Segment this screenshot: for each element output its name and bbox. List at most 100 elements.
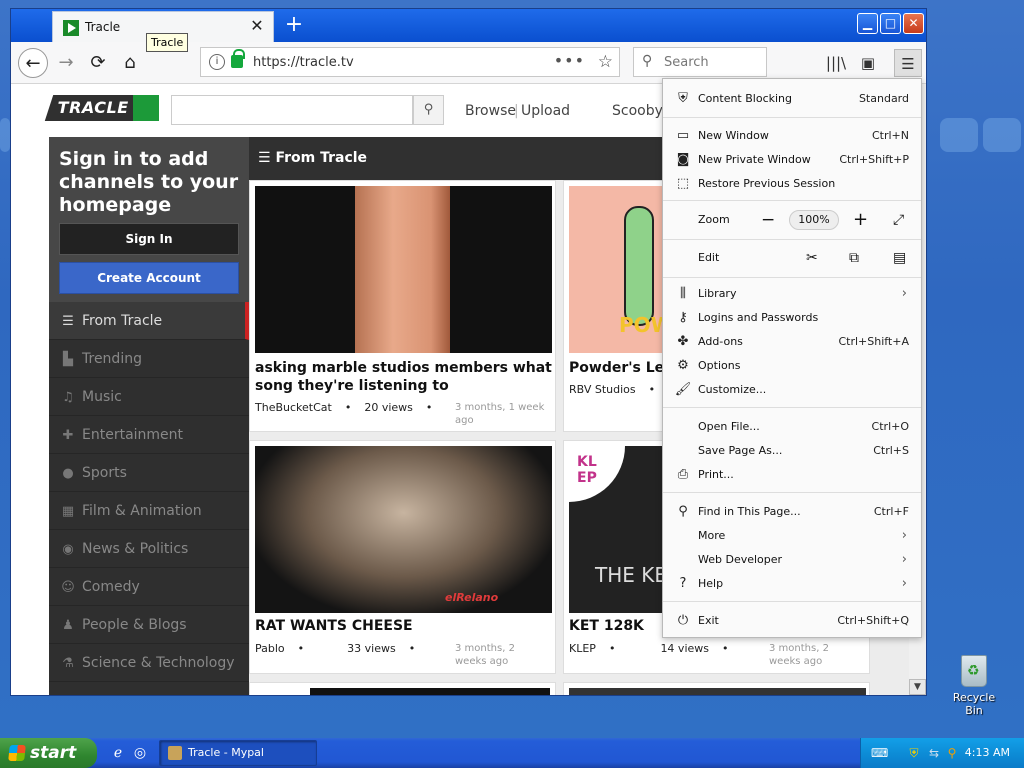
nav-browse-link[interactable]: Browse [465,103,516,119]
zoom-value[interactable]: 100% [789,210,839,230]
video-card[interactable]: elRelano RAT WANTS CHEESE Pablo • 33 views… [249,440,556,674]
menu-zoom: Zoom − 100% + ⤢ [663,207,921,233]
menu-open-file[interactable]: Open File... Ctrl+O [663,415,921,439]
menu-exit[interactable]: ⏻ Exit Ctrl+Shift+Q [663,609,921,633]
url-text[interactable]: https://tracle.tv [253,55,354,70]
search-tray-icon[interactable]: ⚲ [945,746,959,760]
paste-icon[interactable]: ▤ [893,245,906,271]
menu-new-window[interactable]: ▭ New Window Ctrl+N [663,124,921,148]
recycle-bin[interactable]: Recycle Bin [944,655,1004,717]
reload-button[interactable]: ⟳ [83,48,113,78]
copy-icon[interactable]: ⧉ [849,245,859,271]
site-search-button[interactable]: ⚲ [413,95,444,125]
cut-icon[interactable]: ✂ [806,245,818,271]
meta-dot: • [608,642,616,655]
home-button[interactable]: ⌂ [115,48,145,78]
close-tab-icon[interactable]: ✕ [247,16,267,36]
power-icon: ⏻ [677,613,689,628]
category-music[interactable]: ♫ Music [49,378,249,416]
new-tab-button[interactable]: + [281,13,307,39]
menu-new-private-window[interactable]: ◙ New Private Window Ctrl+Shift+P [663,148,921,172]
menu-content-blocking[interactable]: ⛨ Content Blocking Standard [663,87,921,111]
zoom-out-icon[interactable]: − [761,207,775,233]
category-comedy[interactable]: ☺ Comedy [49,568,249,606]
bookmark-star-icon[interactable]: ☆ [598,52,613,72]
menu-web-developer[interactable]: Web Developer › [663,548,921,572]
info-icon[interactable]: i [209,54,225,70]
video-title[interactable]: RAT WANTS CHEESE [255,617,552,635]
menu-library[interactable]: ⫼ Library › [663,282,921,306]
category-from-tracle[interactable]: ☰ From Tracle [49,302,249,340]
video-card[interactable] [563,682,870,695]
video-channel[interactable]: Pablo [255,642,285,655]
start-button[interactable]: start [0,738,97,768]
url-bar[interactable]: i https://tracle.tv ••• ☆ [200,47,620,77]
video-thumbnail[interactable]: elRelano [255,446,552,613]
category-news-politics[interactable]: ◉ News & Politics [49,530,249,568]
category-people-blogs[interactable]: ♟ People & Blogs [49,606,249,644]
category-sports[interactable]: ● Sports [49,454,249,492]
chart-icon: ▙ [63,352,73,367]
menu-label: Zoom [698,213,730,226]
category-label: Sports [82,465,127,481]
video-meta: Pablo • 33 views • [255,642,428,655]
face-image [355,186,450,353]
menu-separator [663,239,921,240]
page-actions-icon[interactable]: ••• [554,51,585,70]
menu-label: Logins and Passwords [698,311,819,324]
ie-icon[interactable]: ℯ [109,744,127,762]
keyboard-icon[interactable]: ⌨ [871,746,888,760]
scroll-down-button[interactable]: ▼ [909,679,926,695]
taskbar-item-tracle[interactable]: Tracle - Mypal [159,740,317,766]
sidebar-icon[interactable]: ▣ [854,49,882,77]
menu-addons[interactable]: ✤ Add-ons Ctrl+Shift+A [663,330,921,354]
menu-options[interactable]: ⚙ Options [663,354,921,378]
video-title[interactable]: asking marble studios members what song … [255,359,552,395]
forward-button[interactable]: → [51,48,81,78]
category-trending[interactable]: ▙ Trending [49,340,249,378]
menu-save-page[interactable]: Save Page As... Ctrl+S [663,439,921,463]
security-shield-icon[interactable]: ⛨ [907,746,921,760]
close-window-button[interactable]: ✕ [903,13,924,34]
mypal-icon[interactable]: ◎ [131,744,149,762]
category-entertainment[interactable]: ✚ Entertainment [49,416,249,454]
menu-restore-session[interactable]: ⬚ Restore Previous Session [663,172,921,196]
menu-find[interactable]: ⚲ Find in This Page... Ctrl+F [663,500,921,524]
video-channel[interactable]: KLEP [569,642,596,655]
video-card[interactable]: asking marble studios members what song … [249,180,556,432]
menu-logins[interactable]: ⚷ Logins and Passwords [663,306,921,330]
menu-print[interactable]: ⎙ Print... [663,463,921,487]
library-icon[interactable]: |||\ [822,49,850,77]
category-film-animation[interactable]: ▦ Film & Animation [49,492,249,530]
video-channel[interactable]: RBV Studios [569,383,636,396]
menu-more[interactable]: More › [663,524,921,548]
desktop-tile [0,118,10,152]
back-button[interactable]: ← [18,48,48,78]
shield-icon: ⛨ [678,91,688,106]
zoom-in-icon[interactable]: + [853,207,868,233]
video-thumbnail[interactable] [569,688,866,695]
chevron-right-icon: › [901,528,907,543]
fullscreen-icon[interactable]: ⤢ [893,207,904,233]
maximize-button[interactable]: □ [880,13,901,34]
sign-in-button[interactable]: Sign In [59,223,239,255]
site-search-input[interactable] [171,95,413,125]
lock-icon[interactable] [231,49,245,68]
video-channel[interactable]: TheBucketCat [255,401,332,414]
nav-upload-link[interactable]: Upload [521,103,570,119]
category-science-technology[interactable]: ⚗ Science & Technology [49,644,249,682]
hamburger-menu-button[interactable]: ☰ [894,49,922,77]
video-thumbnail[interactable] [255,186,552,353]
minimize-button[interactable]: ▁ [857,13,878,34]
video-card[interactable] [249,682,556,695]
tracle-logo[interactable]: TRACLE [44,95,159,121]
create-account-button[interactable]: Create Account [59,262,239,294]
video-thumbnail[interactable] [310,688,550,695]
menu-label: Print... [698,468,734,481]
network-icon[interactable]: ⇆ [927,746,941,760]
menu-help[interactable]: ? Help › [663,572,921,596]
category-label: Trending [82,351,142,367]
video-age: 3 months, 2 weeks ago [455,643,515,667]
search-bar[interactable]: ⚲ Search [633,47,767,77]
menu-customize[interactable]: 🖌 Customize... [663,378,921,402]
